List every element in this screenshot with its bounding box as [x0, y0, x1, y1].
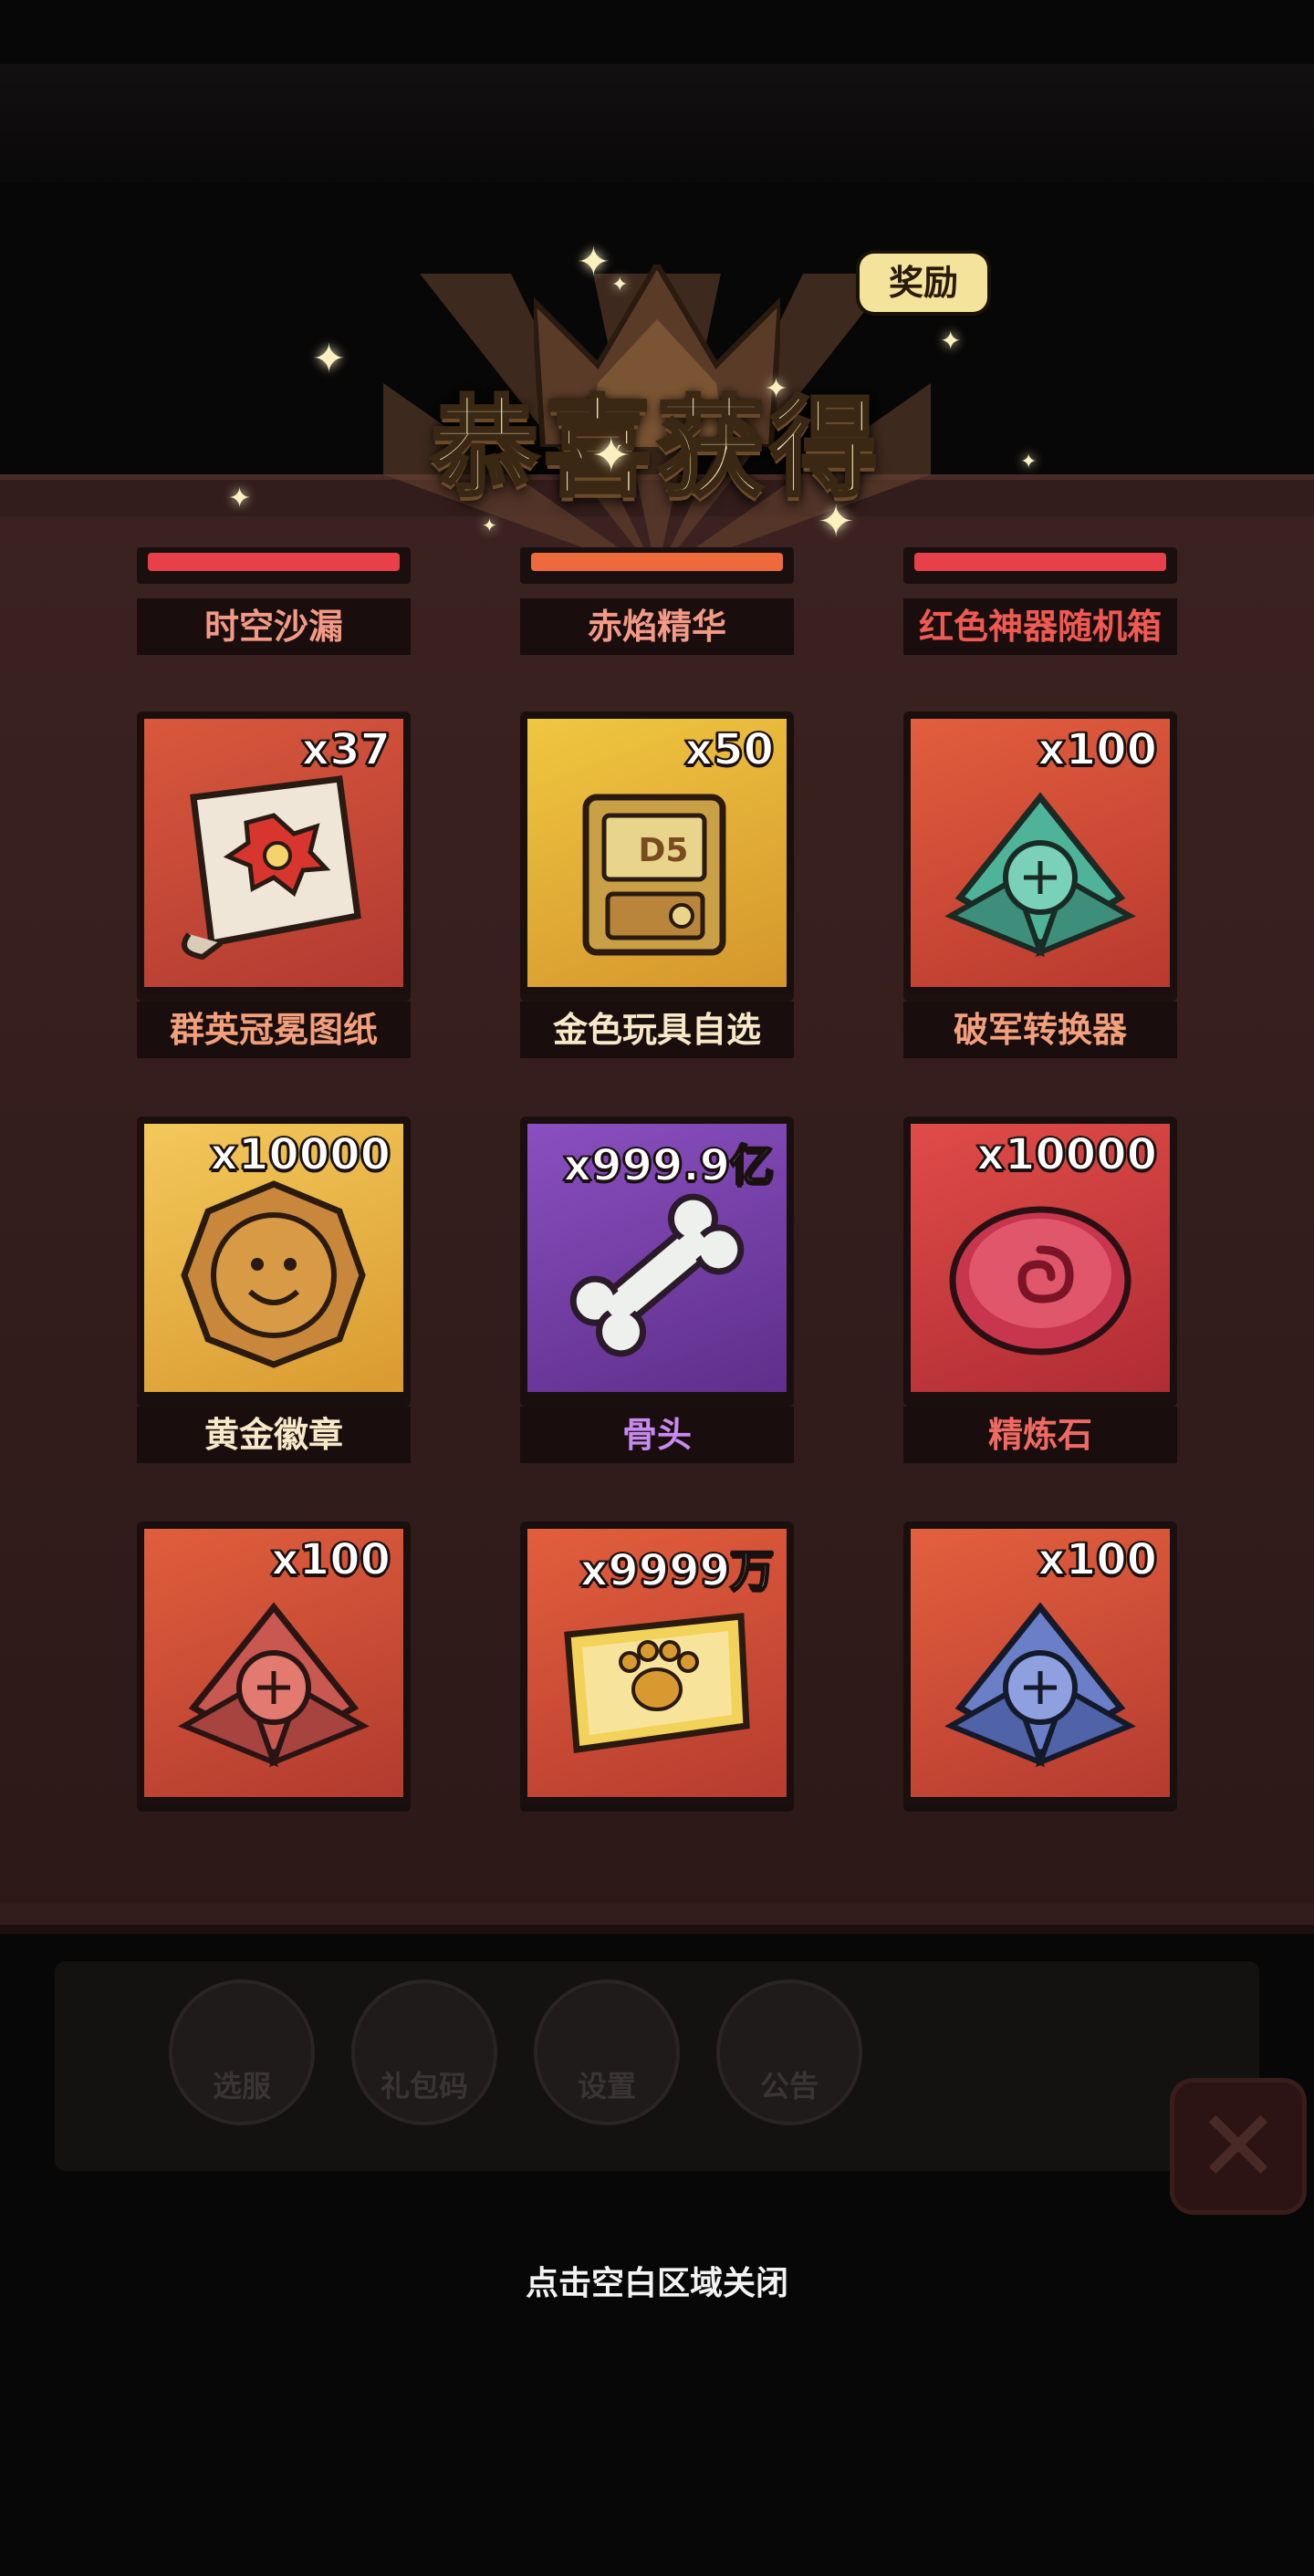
reward-card[interactable]: x100: [137, 1522, 411, 1804]
bg-button-label: 公告: [759, 2069, 819, 2103]
bg-button-label: 设置: [577, 2069, 636, 2103]
sparkle-icon: ✦: [591, 429, 631, 483]
reward-label: 精炼石: [903, 1407, 1177, 1463]
reward-card[interactable]: x9999万: [520, 1522, 794, 1804]
sparkle-icon: ✦: [818, 496, 855, 547]
blue-converter-icon: [944, 1602, 1136, 1768]
bg-settings-button: 设置: [534, 1979, 680, 2125]
reward-label: 金色玩具自选: [520, 1002, 794, 1058]
reward-badge: 奖励: [860, 254, 987, 312]
rarity-strip: [531, 553, 783, 571]
sparkle-icon: ✦: [482, 514, 497, 536]
reward-card[interactable]: D5 x50: [520, 712, 794, 994]
sparkle-icon: ✦: [611, 274, 629, 296]
bone-icon: [569, 1193, 745, 1357]
gold-badge-icon: [181, 1180, 366, 1368]
scroll-blueprint-icon: [182, 775, 361, 961]
reward-card[interactable]: x999.9亿: [520, 1117, 794, 1399]
reward-card-partial[interactable]: [520, 547, 794, 584]
quantity-badge: x10000: [209, 1128, 391, 1181]
reward-label: 时空沙漏: [137, 598, 411, 655]
reward-label: 群英冠冕图纸: [137, 1002, 411, 1058]
svg-text:D5: D5: [639, 832, 689, 869]
bg-server-select-button: 选服: [169, 1979, 315, 2125]
page-title: 恭喜获得: [429, 383, 883, 513]
quantity-badge: x999.9亿: [562, 1139, 775, 1192]
reward-card-partial[interactable]: [903, 547, 1177, 584]
sparkle-icon: ✦: [940, 326, 962, 356]
sparkle-icon: ✦: [1020, 451, 1038, 473]
quantity-badge: x37: [300, 723, 391, 776]
quantity-badge: x100: [1037, 1533, 1158, 1586]
reward-label: 赤焰精华: [520, 598, 794, 655]
reward-label: 红色神器随机箱: [903, 598, 1177, 655]
sparkle-icon: ✦: [577, 239, 610, 286]
rarity-strip: [148, 553, 400, 571]
reward-card[interactable]: x100: [903, 712, 1177, 994]
sparkle-icon: ✦: [312, 336, 346, 382]
teal-converter-icon: [944, 792, 1136, 958]
golden-toy-box-icon: D5: [582, 794, 726, 956]
refine-stone-icon: [949, 1206, 1132, 1356]
reward-card[interactable]: x100: [903, 1522, 1177, 1804]
sparkle-icon: ✦: [228, 483, 252, 514]
bg-button-label: 选服: [212, 2069, 271, 2103]
paw-ticket-icon: [564, 1613, 750, 1753]
quantity-badge: x50: [683, 723, 775, 776]
reward-label: 黄金徽章: [137, 1407, 411, 1463]
reward-label: 骨头: [520, 1407, 794, 1463]
red-converter-icon: [178, 1602, 370, 1768]
background-topbar: [0, 64, 1314, 182]
reward-card[interactable]: x37: [137, 712, 411, 994]
quantity-badge: x100: [1037, 723, 1158, 776]
quantity-badge: x9999万: [579, 1544, 775, 1597]
quantity-badge: x100: [270, 1533, 391, 1586]
bg-close-icon: ✕: [1170, 2078, 1307, 2215]
reward-card[interactable]: x10000: [137, 1117, 411, 1399]
reward-label: 破军转换器: [903, 1002, 1177, 1058]
rarity-strip: [914, 553, 1166, 571]
bg-announcement-button: 公告: [716, 1979, 862, 2125]
sparkle-icon: ✦: [765, 373, 788, 405]
close-hint[interactable]: 点击空白区域关闭: [0, 2257, 1314, 2304]
bg-gift-code-button: 礼包码: [351, 1979, 497, 2125]
reward-card-partial[interactable]: [137, 547, 411, 584]
quantity-badge: x10000: [975, 1128, 1158, 1181]
reward-card[interactable]: x10000: [903, 1117, 1177, 1399]
bg-button-label: 礼包码: [380, 2069, 468, 2103]
